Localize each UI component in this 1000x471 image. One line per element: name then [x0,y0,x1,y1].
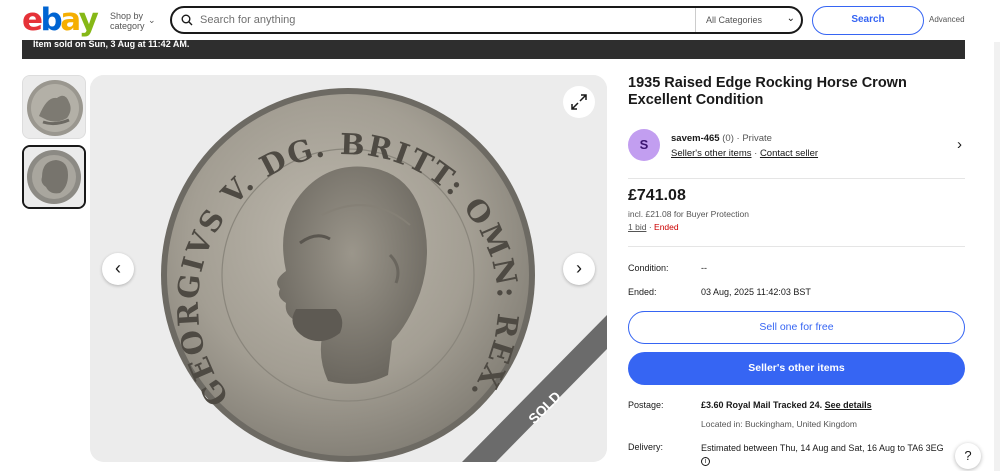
search-button[interactable]: Search [812,6,924,35]
sell-one-button[interactable]: Sell one for free [628,311,965,344]
logo-letter-y: y [78,2,99,38]
search-bar: All Categories ⌄ [170,6,803,34]
sellers-other-items-button[interactable]: Seller's other items [628,352,965,385]
ended-label: Ended: [628,287,657,297]
category-select[interactable]: All Categories ⌄ [695,8,803,32]
coin-reverse-thumbnail-image [23,76,85,138]
seller-links: Seller's other items · Contact seller [671,148,818,159]
shop-by-label: Shop by [110,11,144,21]
chevron-right-icon: › [576,258,582,278]
seller-feedback: (0) [722,133,734,144]
category-label: category [110,21,145,31]
postage-label: Postage: [628,400,664,410]
divider [628,246,965,247]
page-scrollbar[interactable] [994,42,1000,471]
ended-value: 03 Aug, 2025 11:42:03 BST [701,287,811,297]
seller-separator: · [736,133,740,144]
expand-icon [571,94,587,110]
postage-value: £3.60 Royal Mail Tracked 24. [701,400,823,410]
seller-info: savem-465 (0) · Private [671,133,772,144]
divider [628,178,965,179]
chevron-down-icon: ⌄ [786,13,795,24]
seller-avatar: S [628,129,660,161]
advanced-search-link[interactable]: Advanced [929,15,965,24]
delivery-value: Estimated between Thu, 14 Aug and Sat, 1… [701,443,944,453]
logo-letter-e: e [22,2,43,38]
ebay-logo[interactable]: ebay [22,2,99,38]
price: £741.08 [628,187,686,204]
thumbnail-obverse[interactable] [22,145,86,209]
search-input[interactable] [200,11,680,29]
delivery-label: Delivery: [628,442,664,452]
logo-letter-a: a [60,2,81,38]
shop-by-category-button[interactable]: Shop by category ⌄ [110,11,156,31]
thumbnail-reverse[interactable] [22,75,86,139]
contact-seller-link[interactable]: Contact seller [760,148,818,159]
header: ebay Shop by category ⌄ All Categories ⌄… [0,0,1000,40]
seller-other-items-link[interactable]: Seller's other items [671,148,751,159]
chevron-down-icon: ⌄ [148,15,156,25]
help-button[interactable]: ? [955,443,981,469]
ended-status: Ended [654,222,679,232]
search-icon [181,14,193,26]
seller-card[interactable]: S savem-465 (0) · Private Seller's other… [628,122,965,170]
next-image-button[interactable]: › [563,253,595,285]
buyer-protection-note: incl. £21.08 for Buyer Protection [628,209,749,219]
previous-image-button[interactable]: ‹ [102,253,134,285]
category-select-value: All Categories [706,15,763,25]
see-details-link[interactable]: See details [825,400,872,410]
chevron-left-icon: ‹ [115,258,121,278]
main-image-viewer[interactable]: GEORGIVS V. DG. BRITT: OMN: REX. FD. IND… [90,75,607,462]
seller-type: Private [742,133,772,144]
condition-value: -- [701,263,707,273]
delivery-estimate: Estimated between Thu, 14 Aug and Sat, 1… [701,442,951,468]
postage-info: £3.60 Royal Mail Tracked 24. See details [701,400,872,410]
coin-obverse-image: GEORGIVS V. DG. BRITT: OMN: REX. FD. IND… [90,75,607,462]
sold-banner: Item sold on Sun, 3 Aug at 11:42 AM. [22,40,965,59]
bid-count-link[interactable]: 1 bid [628,222,646,232]
bid-status: 1 bid · Ended [628,222,679,232]
chevron-right-icon: › [957,136,962,153]
info-icon[interactable]: i [701,457,710,467]
seller-links-separator: · [754,148,758,159]
condition-label: Condition: [628,263,669,273]
listing-title: 1935 Raised Edge Rocking Horse Crown Exc… [628,75,907,108]
expand-image-button[interactable] [563,86,595,118]
seller-username[interactable]: savem-465 [671,133,720,144]
item-location: Located in: Buckingham, United Kingdom [701,419,857,429]
bid-separator: · [648,222,652,232]
coin-obverse-thumbnail-image [24,147,84,207]
logo-letter-b: b [40,2,63,38]
